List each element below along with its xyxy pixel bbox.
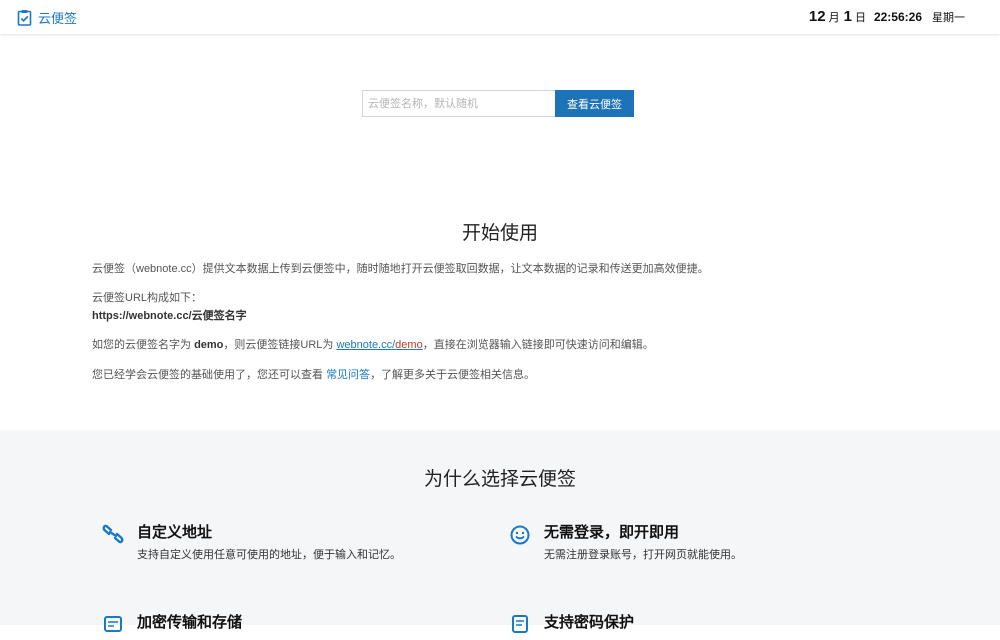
feature-title: 加密传输和存储 [137,614,243,631]
feature-title: 自定义地址 [137,524,213,541]
demo-link-host: webnote.cc/ [336,339,396,351]
note-search-form: 查看云便签 [362,90,634,117]
cloud-sync-icon [102,613,124,640]
faq-text-pre: 您已经学会云便签的基础使用了，您还可以查看 [92,369,327,381]
brand-name: 云便签 [38,11,78,26]
clock-day: 1 [843,8,852,25]
top-bar: 云便签 12 月 1 日 22:56:26 星期一 [0,0,1000,34]
features-title: 为什么选择云便签 [423,469,576,490]
view-note-button[interactable]: 查看云便签 [555,90,634,117]
note-name-input[interactable] [362,90,555,117]
demo-link[interactable]: webnote.cc/demo [336,339,422,351]
faq-paragraph: 您已经学会云便签的基础使用了，您还可以查看 常见问答，了解更多关于云便签相关信息… [92,366,535,384]
clock: 12 月 1 日 22:56:26 星期一 [809,8,965,25]
intro-paragraph: 云便签（webnote.cc）提供文本数据上传到云便签中，随时随地打开云便签取回… [92,263,709,275]
clipboard-check-icon [17,10,32,26]
feature-title: 支持密码保护 [544,614,635,631]
clock-day-unit: 日 [854,12,866,24]
clock-weekday: 星期一 [932,12,965,24]
clock-time: 22:56:26 [873,10,922,24]
link-icon [102,523,124,550]
demo-name: demo [194,339,224,351]
demo-text-pre: 如您的云便签名字为 [92,339,195,351]
faq-link[interactable]: 常见问答 [326,369,370,381]
clock-month: 12 [808,8,826,25]
feature-title: 无需登录，即开即用 [544,524,680,541]
getting-started-title: 开始使用 [461,223,538,244]
smile-icon [509,523,531,550]
faq-text-post: ，了解更多关于云便签相关信息。 [370,369,536,381]
clock-month-unit: 月 [828,12,840,24]
demo-link-path: demo [395,339,423,351]
url-format-label: 云便签URL构成如下： [92,292,203,304]
url-format-example: https://webnote.cc/云便签名字 [92,310,247,322]
url-format-paragraph: 云便签URL构成如下： https://webnote.cc/云便签名字 [92,289,247,325]
feature-desc: 无需注册登录账号，打开网页就能使用。 [544,549,742,561]
demo-text-post: ，直接在浏览器输入链接即可快速访问和编辑。 [422,339,654,351]
feature-desc: 支持自定义使用任意可使用的地址，便于输入和记忆。 [137,549,401,561]
lock-note-icon [509,613,531,640]
demo-text-mid: ，则云便签链接URL为 [223,339,337,351]
brand-link[interactable]: 云便签 [17,8,77,27]
demo-paragraph: 如您的云便签名字为 demo，则云便签链接URL为 webnote.cc/dem… [92,336,654,354]
features-section: 为什么选择云便签 自定义地址 支持自定义使用任意可使用的地址，便于输入和记忆。 … [0,430,1000,633]
